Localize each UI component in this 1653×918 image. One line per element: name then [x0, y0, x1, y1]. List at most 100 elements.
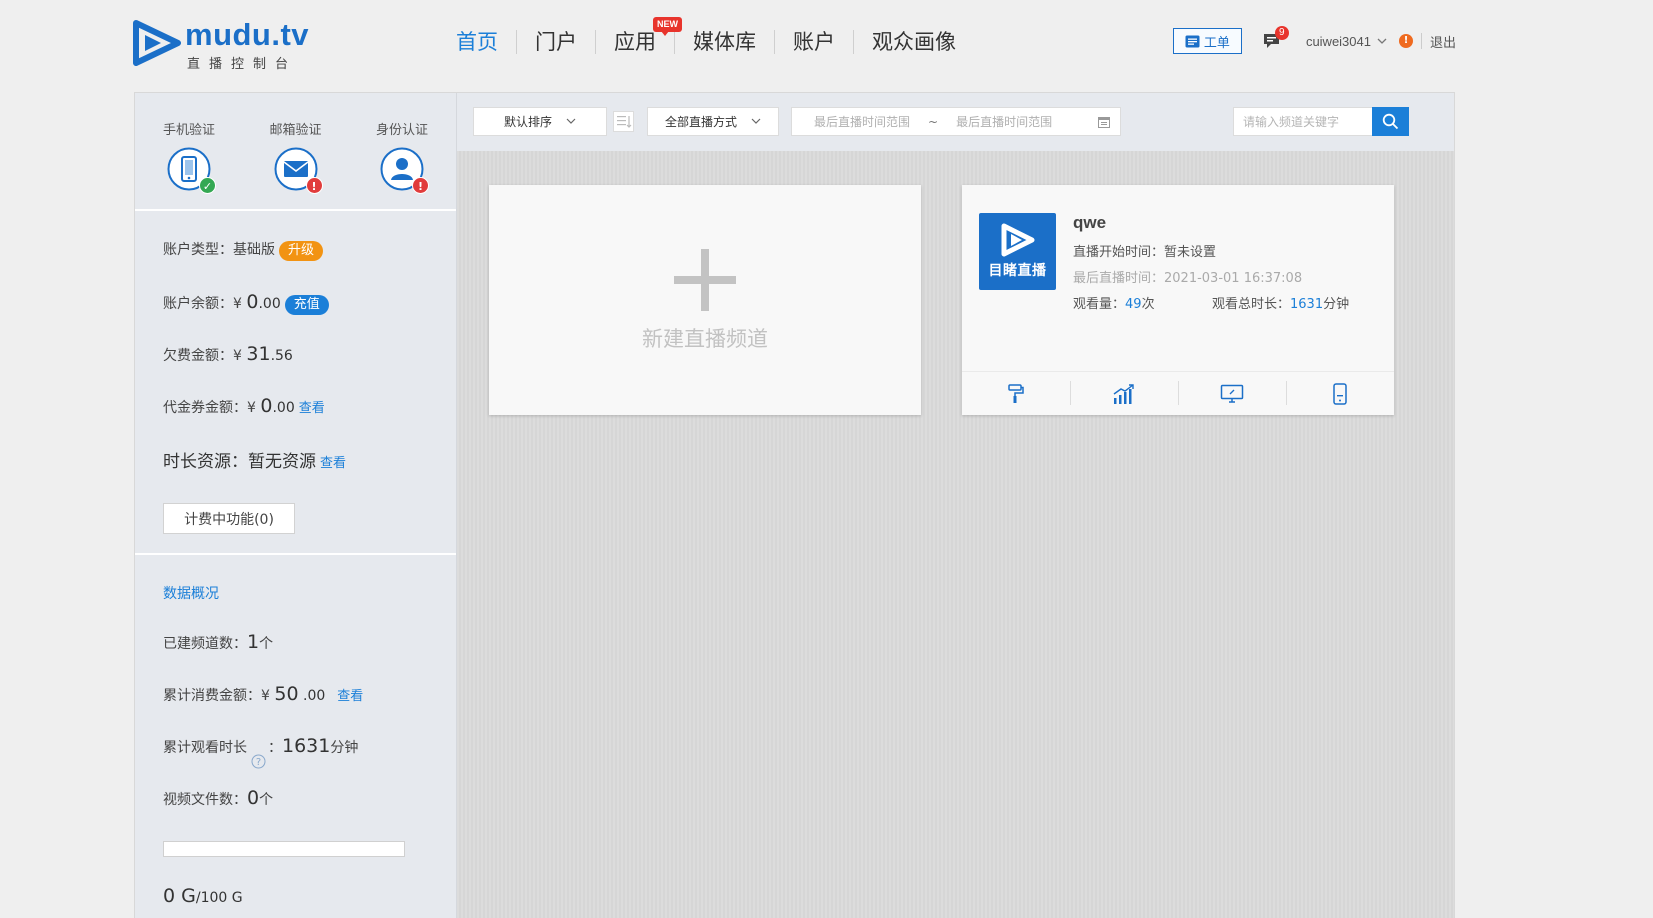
nav-media-library[interactable]: 媒体库 [675, 27, 774, 57]
storage-used: 0 G [163, 885, 196, 907]
help-icon[interactable]: ? [251, 754, 266, 769]
mobile-preview-button[interactable] [1286, 372, 1394, 415]
owed-integer: 31 [246, 343, 271, 365]
chart-icon [1113, 383, 1134, 404]
live-mode-select[interactable]: 全部直播方式 [647, 107, 779, 136]
warning-icon: ! [305, 177, 323, 194]
last-live-row: 最后直播时间：2021-03-01 16:37:08 [1073, 267, 1302, 286]
mobile-icon [1333, 382, 1347, 405]
verify-label: 身份认证 [375, 123, 428, 138]
time-resource-view-link[interactable]: 查看 [320, 452, 346, 471]
views-label: 观看量： [1073, 297, 1126, 312]
data-overview: 数据概况 已建频道数： 1 个 累计消费金额： ¥ 50 .00 查看 累计观看… [135, 555, 456, 907]
verified-check-icon: ✓ [199, 177, 216, 194]
watch-time-value: 1631 [282, 735, 331, 757]
phone-verification[interactable]: 手机验证 ✓ [161, 119, 217, 209]
username-label: cuiwei3041 [1305, 33, 1371, 49]
date-range-picker[interactable]: 最后直播时间范围 ~ 最后直播时间范围 [791, 107, 1121, 136]
monitor-icon [1220, 384, 1244, 403]
channel-count-unit: 个 [259, 636, 274, 652]
verify-label: 邮箱验证 [269, 123, 322, 138]
new-channel-label: 新建直播频道 [642, 327, 768, 351]
channel-search-input[interactable] [1233, 107, 1372, 136]
chevron-down-icon [566, 118, 576, 124]
email-verification[interactable]: 邮箱验证 ! [268, 119, 324, 209]
channel-card[interactable]: 目睹直播 qwe 直播开始时间：暂未设置 最后直播时间：2021-03-01 1… [962, 185, 1394, 415]
channel-actions [962, 371, 1394, 415]
video-count-label: 视频文件数： [163, 792, 247, 808]
channel-name[interactable]: qwe [1073, 213, 1106, 233]
verify-label: 手机验证 [162, 123, 215, 138]
sort-select[interactable]: 默认排序 [473, 107, 607, 136]
start-time-value: 暂未设置 [1164, 245, 1217, 260]
voucher-decimal: .00 [272, 400, 295, 416]
nav-account[interactable]: 账户 [775, 27, 853, 57]
new-channel-card[interactable]: 新建直播频道 [489, 185, 921, 415]
statistics-button[interactable] [1070, 372, 1178, 415]
currency-symbol: ¥ [233, 348, 242, 364]
watch-time-unit: 分钟 [330, 740, 359, 756]
total-spend-row: 累计消费金额： ¥ 50 .00 查看 [163, 683, 456, 735]
email-verify-badge: ! [273, 146, 323, 194]
time-resource-value: 暂无资源 [248, 452, 316, 472]
views-row: 观看量：49次 [1073, 293, 1155, 312]
date-start-field[interactable]: 最后直播时间范围 [814, 113, 910, 130]
identity-verification[interactable]: 身份认证 ! [374, 119, 430, 209]
verification-panel: 手机验证 ✓ 邮箱验证 ! 身份认证 ! [135, 93, 456, 211]
sort-value: 默认排序 [503, 115, 552, 129]
user-menu[interactable]: cuiwei3041 [1306, 34, 1387, 49]
nav-audience-profile[interactable]: 观众画像 [854, 27, 974, 57]
currency-symbol: ¥ [261, 688, 270, 704]
nav-home[interactable]: 首页 [438, 27, 516, 57]
search-button[interactable] [1372, 107, 1409, 136]
alert-icon[interactable]: ! [1398, 34, 1413, 48]
message-button[interactable]: 9 [1262, 26, 1289, 52]
time-resource-row: 时长资源： 暂无资源 查看 [163, 447, 456, 499]
voucher-view-link[interactable]: 查看 [299, 397, 325, 416]
pc-preview-button[interactable] [1178, 372, 1286, 415]
duration-row: 观看总时长：1631分钟 [1212, 293, 1349, 312]
total-spend-decimal: .00 [303, 688, 326, 704]
brand-logo[interactable]: mudu.tv 直播控制台 [133, 17, 310, 72]
date-end-field[interactable]: 最后直播时间范围 [956, 113, 1052, 130]
play-logo-icon [1001, 223, 1034, 257]
recharge-button[interactable]: 充值 [284, 295, 329, 315]
balance-decimal: .00 [258, 296, 281, 312]
channel-thumbnail[interactable]: 目睹直播 [979, 213, 1056, 290]
identity-verify-badge: ! [379, 146, 429, 194]
plus-icon [674, 249, 736, 311]
last-live-label: 最后直播时间： [1073, 271, 1165, 286]
header-divider [1420, 33, 1422, 49]
ticket-icon [1185, 35, 1200, 47]
nav-portal[interactable]: 门户 [517, 27, 595, 57]
phone-verify-badge: ✓ [166, 146, 216, 194]
video-count-unit: 个 [259, 792, 274, 808]
last-live-value: 2021-03-01 16:37:08 [1164, 271, 1303, 286]
owed-decimal: .56 [270, 348, 293, 364]
billing-features-button[interactable]: 计费中功能(0) [163, 503, 295, 534]
duration-label: 观看总时长： [1212, 297, 1291, 312]
account-type-row: 账户类型： 基础版 升级 [163, 239, 456, 291]
duration-value: 1631 [1290, 297, 1324, 312]
header-user-area: 工单 9 cuiwei3041 ! 退出 [1172, 26, 1456, 54]
live-mode-value: 全部直播方式 [664, 115, 737, 129]
sort-order-toggle[interactable] [613, 111, 634, 132]
nav-apps[interactable]: 应用 NEW [596, 17, 682, 57]
balance-label: 账户余额： [163, 296, 233, 312]
views-value: 49 [1125, 297, 1142, 312]
logout-link[interactable]: 退出 [1430, 32, 1456, 51]
play-logo-icon [133, 20, 181, 66]
paint-roller-icon [1008, 383, 1024, 403]
channel-count-label: 已建频道数： [163, 636, 247, 652]
duration-unit: 分钟 [1323, 297, 1350, 312]
account-summary: 账户类型： 基础版 升级 账户余额： ¥ 0 .00 充值 欠费金额： ¥ 31… [135, 211, 456, 555]
balance-row: 账户余额： ¥ 0 .00 充值 [163, 291, 456, 343]
total-spend-view-link[interactable]: 查看 [337, 685, 363, 704]
decorate-button[interactable] [962, 372, 1070, 415]
filter-toolbar: 默认排序 全部直播方式 最后直播时间范围 ~ 最后直播时间范围 [457, 93, 1454, 151]
ticket-button[interactable]: 工单 [1172, 28, 1242, 54]
brand-name: mudu.tv [185, 17, 310, 52]
top-header: mudu.tv 直播控制台 首页 门户 应用 NEW 媒体库 账户 观众画像 工… [0, 0, 1653, 88]
upgrade-button[interactable]: 升级 [279, 241, 324, 261]
storage-progress-bar [163, 841, 405, 857]
